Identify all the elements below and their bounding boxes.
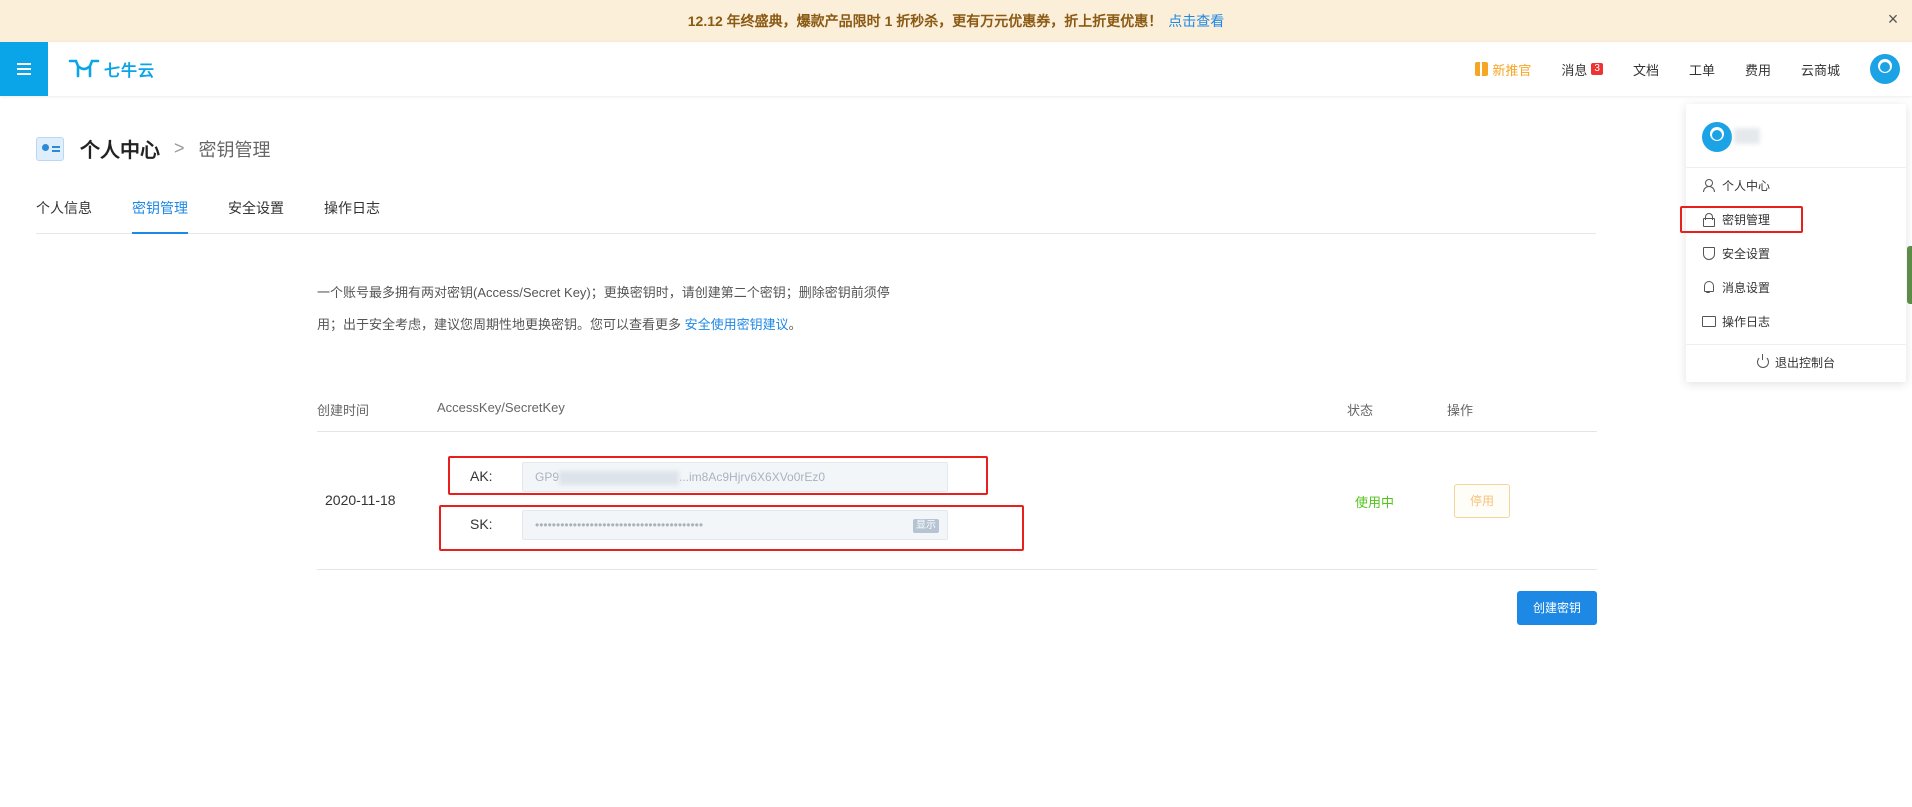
header-created: 创建时间 [317, 403, 370, 418]
user-dropdown-menu: 个人中心 密钥管理 安全设置 消息设置 操作日志 退出控制台 [1686, 104, 1906, 382]
header-actions: 操作 [1447, 403, 1474, 418]
table-row: 2020-11-18 AK: GP9 ...im8Ac9Hjrv6X6XVo0rE… [317, 432, 1597, 570]
ak-label: AK: [470, 468, 493, 484]
power-icon [1756, 354, 1769, 368]
menu-item-message-settings[interactable]: 消息设置 [1686, 270, 1906, 304]
header-keys: AccessKey/SecretKey [437, 400, 565, 415]
logo[interactable]: 七牛云 [68, 54, 155, 84]
nav-tickets[interactable]: 工单 [1689, 60, 1715, 79]
chevron-right-icon: > [174, 138, 185, 158]
hamburger-menu-button[interactable] [0, 42, 48, 96]
logo-text: 七牛云 [104, 63, 156, 80]
show-secret-button[interactable]: 显示 [913, 519, 939, 533]
avatar [1702, 122, 1732, 152]
nav-right: 新推官 消息 3 文档 工单 费用 云商城 [1475, 42, 1912, 96]
disable-button[interactable]: 停用 [1454, 484, 1510, 518]
page-title: 密钥管理 [198, 139, 271, 160]
qiniu-logo-icon [68, 59, 100, 78]
nav-referral[interactable]: 新推官 [1475, 60, 1531, 79]
create-key-button[interactable]: 创建密钥 [1517, 591, 1597, 625]
nav-messages[interactable]: 消息 3 [1561, 60, 1603, 79]
page-header: 个人中心 > 密钥管理 [36, 134, 271, 163]
tab-profile[interactable]: 个人信息 [36, 190, 92, 234]
breadcrumb-main[interactable]: 个人中心 [80, 134, 160, 163]
nav-marketplace[interactable]: 云商城 [1801, 60, 1840, 79]
tab-security[interactable]: 安全设置 [228, 190, 284, 234]
lock-icon [1702, 213, 1715, 227]
promo-banner: 12.12 年终盛典，爆款产品限时 1 折秒杀，更有万元优惠券，折上折更优惠！ … [0, 0, 1912, 42]
promo-link[interactable]: 点击查看 [1168, 11, 1224, 31]
id-card-icon [36, 136, 64, 161]
table-header: 创建时间 AccessKey/SecretKey 状态 操作 [317, 394, 1597, 432]
secret-key-field[interactable]: ••••••••••••••••••••••••••••••••••••••••… [522, 510, 948, 540]
top-navbar: 七牛云 新推官 消息 3 文档 工单 费用 云商城 [0, 42, 1912, 96]
gift-icon [1475, 62, 1489, 76]
menu-icon [17, 63, 31, 65]
tab-operation-log[interactable]: 操作日志 [324, 190, 380, 234]
access-key-field[interactable]: GP9 ...im8Ac9Hjrv6X6XVo0rEz0 [522, 462, 948, 492]
promo-text: 12.12 年终盛典，爆款产品限时 1 折秒杀，更有万元优惠券，折上折更优惠！ [687, 13, 1163, 29]
shield-icon [1702, 247, 1715, 260]
scrollbar-handle[interactable] [1907, 246, 1912, 304]
key-notice: 一个账号最多拥有两对密钥(Access/Secret Key)；更换密钥时，请创… [317, 285, 890, 332]
menu-item-operation-log[interactable]: 操作日志 [1686, 304, 1906, 338]
dropdown-user-header [1686, 104, 1906, 168]
user-avatar[interactable] [1870, 54, 1900, 84]
created-date: 2020-11-18 [325, 492, 396, 508]
menu-item-security[interactable]: 安全设置 [1686, 236, 1906, 270]
monitor-icon [1702, 315, 1716, 327]
bell-icon [1702, 281, 1714, 293]
redacted-block [559, 470, 680, 485]
nav-docs[interactable]: 文档 [1633, 60, 1659, 79]
logout-button[interactable]: 退出控制台 [1686, 345, 1906, 379]
message-count-badge: 3 [1591, 63, 1603, 75]
security-advice-link[interactable]: 安全使用密钥建议 [685, 317, 789, 332]
menu-item-profile[interactable]: 个人中心 [1686, 168, 1906, 202]
redacted-username [1734, 128, 1760, 144]
menu-item-key-management[interactable]: 密钥管理 [1686, 202, 1906, 236]
tab-key-management[interactable]: 密钥管理 [132, 190, 188, 234]
status-badge: 使用中 [1355, 495, 1395, 510]
tab-bar: 个人信息 密钥管理 安全设置 操作日志 [36, 190, 1596, 234]
header-status: 状态 [1347, 403, 1374, 418]
close-icon[interactable]: × [1884, 10, 1902, 28]
nav-billing[interactable]: 费用 [1745, 60, 1771, 79]
user-icon [1702, 179, 1715, 192]
sk-label: SK: [470, 516, 493, 532]
